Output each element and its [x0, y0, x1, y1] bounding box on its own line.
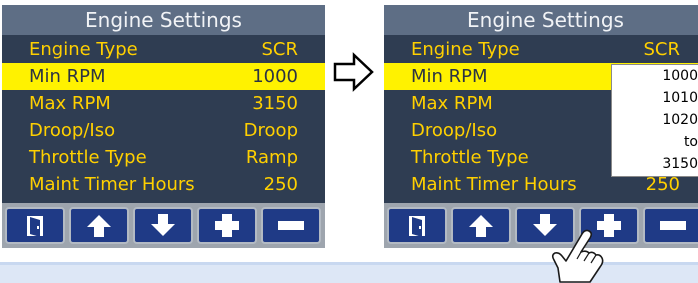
minus-button[interactable]	[643, 207, 698, 244]
door-icon	[409, 216, 425, 237]
minus-icon	[278, 221, 304, 230]
setting-label: Max RPM	[29, 93, 111, 114]
dropdown-option[interactable]: 1010	[612, 87, 698, 109]
setting-label: Engine Type	[29, 39, 138, 60]
dropdown-option[interactable]: 1000	[612, 65, 698, 87]
setting-value: Ramp	[245, 147, 298, 168]
minus-button[interactable]	[261, 207, 321, 244]
door-icon	[27, 216, 43, 237]
setting-value: SCR	[261, 39, 298, 60]
setting-label: Droop/Iso	[29, 120, 116, 141]
pointing-hand-icon	[551, 229, 604, 283]
exit-button[interactable]	[387, 207, 447, 244]
setting-label: Droop/Iso	[411, 120, 498, 141]
settings-list: Engine Type SCR Min RPM 1000 Max RPM 315…	[2, 36, 325, 198]
exit-button[interactable]	[5, 207, 65, 244]
screen-title: Engine Settings	[384, 5, 698, 35]
setting-value: 3150	[252, 93, 298, 114]
setting-label: Throttle Type	[411, 147, 529, 168]
setting-row-droop-iso[interactable]: Droop/Iso Droop	[2, 117, 325, 144]
setting-label: Min RPM	[29, 66, 106, 87]
setting-row-throttle-type[interactable]: Throttle Type Ramp	[2, 144, 325, 171]
setting-label: Maint Timer Hours	[29, 174, 195, 195]
setting-row-min-rpm[interactable]: Min RPM 1000	[2, 63, 325, 90]
engine-settings-screen-before: Engine Settings Engine Type SCR Min RPM …	[2, 5, 325, 248]
up-button[interactable]	[69, 207, 129, 244]
down-arrow-icon	[151, 214, 175, 236]
engine-settings-screen-after: Engine Settings Engine Type SCR Min RPM …	[384, 5, 698, 248]
up-arrow-icon	[469, 215, 493, 237]
plus-icon	[215, 214, 239, 237]
up-arrow-icon	[87, 215, 111, 237]
setting-row-engine-type[interactable]: Engine Type SCR	[384, 36, 698, 63]
plus-button[interactable]	[197, 207, 257, 244]
setting-row-max-rpm[interactable]: Max RPM 3150	[2, 90, 325, 117]
setting-label: Engine Type	[411, 39, 520, 60]
up-button[interactable]	[451, 207, 511, 244]
minus-icon	[660, 221, 686, 230]
setting-label: Max RPM	[411, 93, 493, 114]
setting-label: Min RPM	[411, 66, 488, 87]
setting-value: SCR	[643, 39, 680, 60]
dropdown-option[interactable]: 1020	[612, 109, 698, 131]
dropdown-option[interactable]: 3150	[612, 153, 698, 175]
setting-value: 1000	[252, 66, 298, 87]
setting-label: Maint Timer Hours	[411, 174, 577, 195]
softkey-bar	[2, 203, 325, 248]
setting-row-maint-timer-hours[interactable]: Maint Timer Hours 250	[2, 171, 325, 198]
setting-label: Throttle Type	[29, 147, 147, 168]
min-rpm-options-dropdown[interactable]: 1000 1010 1020 to 3150	[611, 64, 698, 177]
right-arrow-outline-icon	[333, 52, 374, 92]
dropdown-range-separator: to	[683, 134, 698, 150]
setting-value: Droop	[243, 120, 298, 141]
screen-title: Engine Settings	[2, 5, 325, 35]
setting-value: 250	[263, 174, 298, 195]
down-button[interactable]	[133, 207, 193, 244]
setting-row-engine-type[interactable]: Engine Type SCR	[2, 36, 325, 63]
